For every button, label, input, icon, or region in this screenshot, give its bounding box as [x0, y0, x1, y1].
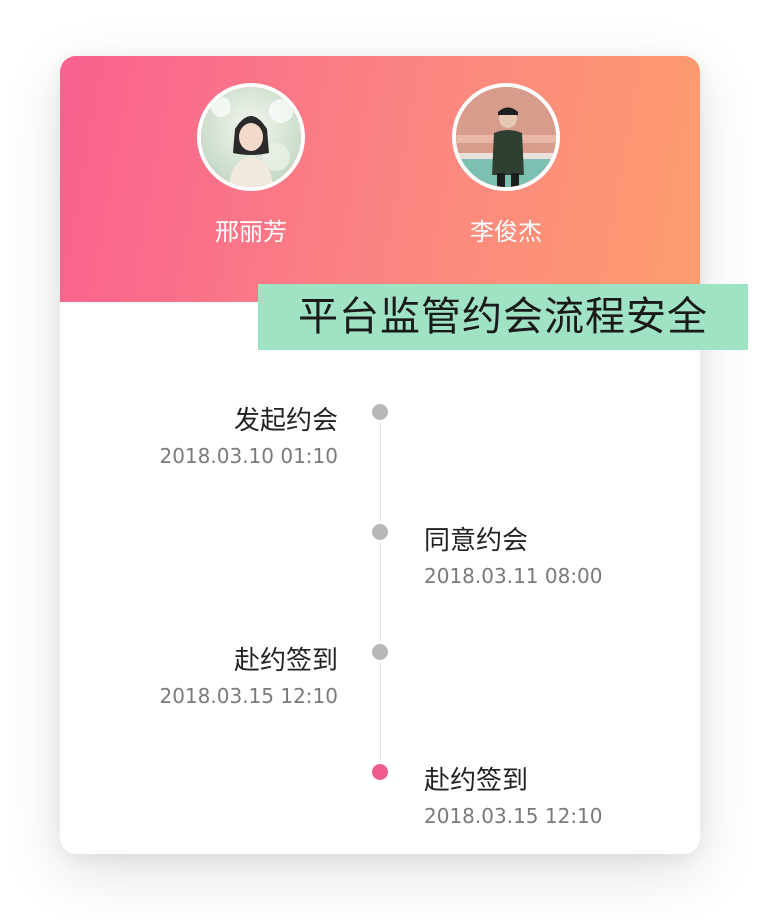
right-user-name: 李俊杰 — [470, 218, 542, 246]
event-4-time: 2018.03.15 12:10 — [424, 804, 603, 828]
event-1-title: 发起约会 — [233, 406, 338, 436]
avatar-left-image — [201, 87, 301, 187]
event-3-time: 2018.03.15 12:10 — [159, 684, 338, 708]
timeline-dot-3 — [369, 641, 391, 663]
event-4-title: 赴约签到 — [424, 766, 529, 796]
couple-header: 邢丽芳 李俊杰 — [60, 56, 700, 302]
event-3-title: 赴约签到 — [233, 646, 338, 676]
timeline-dot-1 — [369, 401, 391, 423]
event-2-time: 2018.03.11 08:00 — [424, 564, 603, 588]
event-2-title: 同意约会 — [424, 526, 529, 556]
safety-banner: 平台监管约会流程安全 — [258, 284, 748, 350]
avatar-right-image — [456, 87, 556, 187]
avatar-right-user[interactable] — [452, 83, 560, 191]
event-1-time: 2018.03.10 01:10 — [159, 444, 338, 468]
timeline-dot-2 — [369, 521, 391, 543]
avatar-left-user[interactable] — [197, 83, 305, 191]
left-user-name: 邢丽芳 — [215, 218, 287, 246]
timeline-line — [380, 412, 381, 774]
timeline-dot-current — [369, 761, 391, 783]
